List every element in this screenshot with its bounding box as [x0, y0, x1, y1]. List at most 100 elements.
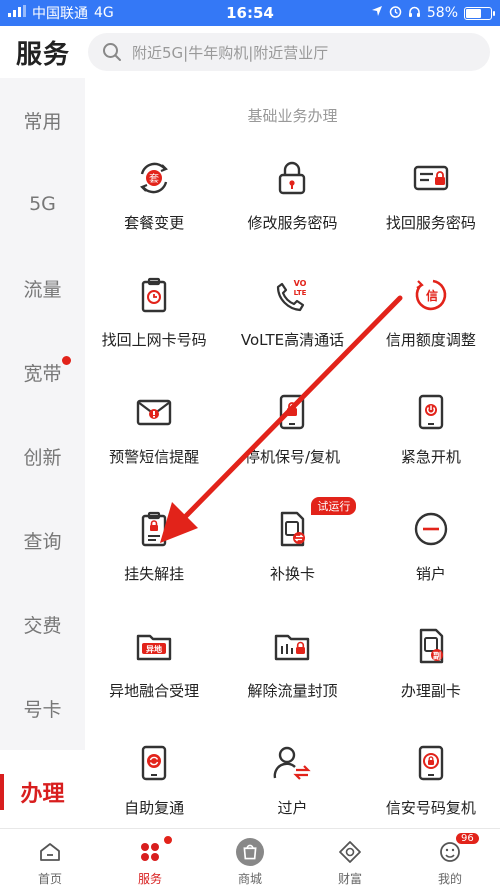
sidebar-item-query[interactable]: 查询 — [0, 498, 85, 582]
sidebar-item-label: 流量 — [23, 278, 62, 301]
svg-text:副: 副 — [433, 652, 441, 661]
svg-text:套: 套 — [149, 172, 159, 185]
sidebar: 常用 5G 流量 宽带 创新 查询 交费 号卡 办理 — [0, 78, 85, 834]
sidebar-item-sim[interactable]: 号卡 — [0, 666, 85, 750]
service-item[interactable]: 找回服务密码 — [362, 148, 500, 265]
shop-icon — [236, 838, 264, 866]
sidebar-item-label: 查询 — [23, 530, 62, 553]
service-item[interactable]: 异地 异地融合受理 — [85, 616, 223, 733]
user-transfer-icon — [274, 746, 312, 780]
status-bar: 中国联通 4G 16:54 58% — [0, 0, 500, 26]
service-item[interactable]: 过户 — [223, 733, 361, 828]
folder-remote-icon: 异地 — [136, 634, 172, 661]
trial-tag: 试运行 — [311, 497, 357, 515]
service-item[interactable]: 副 办理副卡 — [362, 616, 500, 733]
service-item[interactable]: 预警短信提醒 — [85, 382, 223, 499]
sidebar-item-broadband[interactable]: 宽带 — [0, 330, 85, 414]
network-type: 4G — [94, 5, 114, 21]
clipboard-lock-icon — [141, 511, 167, 547]
sidebar-item-label: 交费 — [23, 614, 62, 637]
sidebar-item-label: 号卡 — [23, 698, 62, 721]
sidebar-item-5g[interactable]: 5G — [0, 162, 85, 246]
tab-label: 商城 — [237, 872, 262, 886]
service-item[interactable]: 试运行 补换卡 — [223, 497, 361, 616]
credit-adjust-icon: 信 — [415, 279, 447, 311]
service-label: 停机保号/复机 — [244, 448, 341, 466]
service-label: 找回服务密码 — [385, 214, 476, 232]
service-label: 自助复通 — [124, 799, 185, 817]
sidebar-item-handle[interactable]: 办理 — [0, 750, 85, 834]
carrier-name: 中国联通 — [32, 6, 88, 22]
tab-label: 我的 — [437, 872, 462, 886]
service-label: 信用额度调整 — [385, 331, 476, 349]
service-item[interactable]: VO LTE VoLTE高清通话 — [223, 265, 361, 382]
lock-icon — [279, 161, 306, 195]
message-badge: 96 — [456, 833, 479, 844]
service-label: 解除流量封顶 — [247, 682, 338, 700]
sidebar-item-label: 创新 — [23, 446, 62, 469]
service-item[interactable]: 紧急开机 — [362, 382, 500, 499]
tab-label: 首页 — [37, 872, 62, 886]
battery-percent: 58% — [426, 5, 458, 21]
service-item[interactable]: 信 信用额度调整 — [362, 265, 500, 382]
notification-dot — [62, 356, 71, 365]
service-item[interactable]: 信安号码复机 — [362, 733, 500, 828]
search-input[interactable]: 附近5G|牛年购机|附近营业厅 — [88, 33, 490, 71]
service-label: 异地融合受理 — [109, 682, 200, 700]
clipboard-clock-icon — [141, 277, 167, 313]
status-time: 16:54 — [226, 4, 274, 22]
service-label: 找回上网卡号码 — [101, 331, 207, 349]
service-label: 修改服务密码 — [247, 214, 338, 232]
tab-home[interactable]: 首页 — [0, 829, 100, 889]
section-title: 基础业务办理 — [247, 107, 338, 125]
service-label: 紧急开机 — [400, 448, 461, 466]
envelope-alert-icon — [136, 399, 172, 426]
tab-label: 财富 — [337, 872, 362, 886]
tab-service[interactable]: 服务 — [100, 829, 200, 889]
phone-refresh-icon — [141, 745, 167, 781]
page-title: 服务 — [16, 39, 71, 70]
service-item[interactable]: 修改服务密码 — [223, 148, 361, 265]
svg-text:VO: VO — [294, 279, 307, 288]
tab-label: 服务 — [137, 872, 162, 886]
service-label: 过户 — [277, 799, 308, 817]
package-change-icon: 套 — [140, 162, 169, 194]
tab-wealth[interactable]: 财富 — [300, 829, 400, 889]
search-icon — [103, 43, 122, 61]
phone-power-icon — [418, 394, 444, 430]
search-placeholder: 附近5G|牛年购机|附近营业厅 — [132, 43, 329, 62]
service-label: 预警短信提醒 — [109, 448, 200, 466]
service-label: VoLTE高清通话 — [240, 331, 345, 349]
tab-profile[interactable]: 96 我的 — [400, 829, 500, 889]
service-item[interactable]: 套 套餐变更 — [85, 148, 223, 265]
service-label: 挂失解挂 — [124, 565, 185, 583]
service-grid: 套 套餐变更 修改服务密码 找回服务密码 找回上网卡号码 VO LTE VoLTE… — [85, 148, 500, 828]
card-lock-icon — [413, 165, 449, 191]
service-item[interactable]: 找回上网卡号码 — [85, 265, 223, 382]
sidebar-item-label: 宽带 — [23, 362, 62, 385]
sidebar-item-data[interactable]: 流量 — [0, 246, 85, 330]
phone-lock-icon — [280, 394, 305, 430]
service-panel: 基础业务办理 套 套餐变更 修改服务密码 找回服务密码 找回上网卡号码 VO LT… — [85, 78, 500, 828]
sidebar-item-payment[interactable]: 交费 — [0, 582, 85, 666]
service-label: 销户 — [415, 565, 446, 583]
sidebar-item-innovation[interactable]: 创新 — [0, 414, 85, 498]
location-icon — [371, 5, 383, 21]
service-item[interactable]: 停机保号/复机 — [223, 382, 361, 499]
tab-shop[interactable]: 商城 — [200, 829, 300, 889]
signal-icon — [8, 5, 26, 21]
sim-swap-icon — [281, 511, 306, 547]
service-item[interactable]: 销户 — [362, 499, 500, 616]
bottom-tab-bar: 首页 服务 商城 财富 96 我的 — [0, 828, 500, 889]
home-icon — [36, 838, 64, 866]
service-item[interactable]: 挂失解挂 — [85, 499, 223, 616]
sidebar-item-label: 办理 — [20, 782, 65, 807]
sidebar-item-common[interactable]: 常用 — [0, 78, 85, 162]
service-item[interactable]: 解除流量封顶 — [223, 616, 361, 733]
battery-icon — [464, 6, 495, 20]
svg-text:信: 信 — [426, 288, 438, 303]
notification-dot — [162, 834, 174, 846]
service-icon — [136, 838, 164, 866]
service-item[interactable]: 自助复通 — [85, 733, 223, 828]
service-label: 办理副卡 — [400, 682, 461, 700]
